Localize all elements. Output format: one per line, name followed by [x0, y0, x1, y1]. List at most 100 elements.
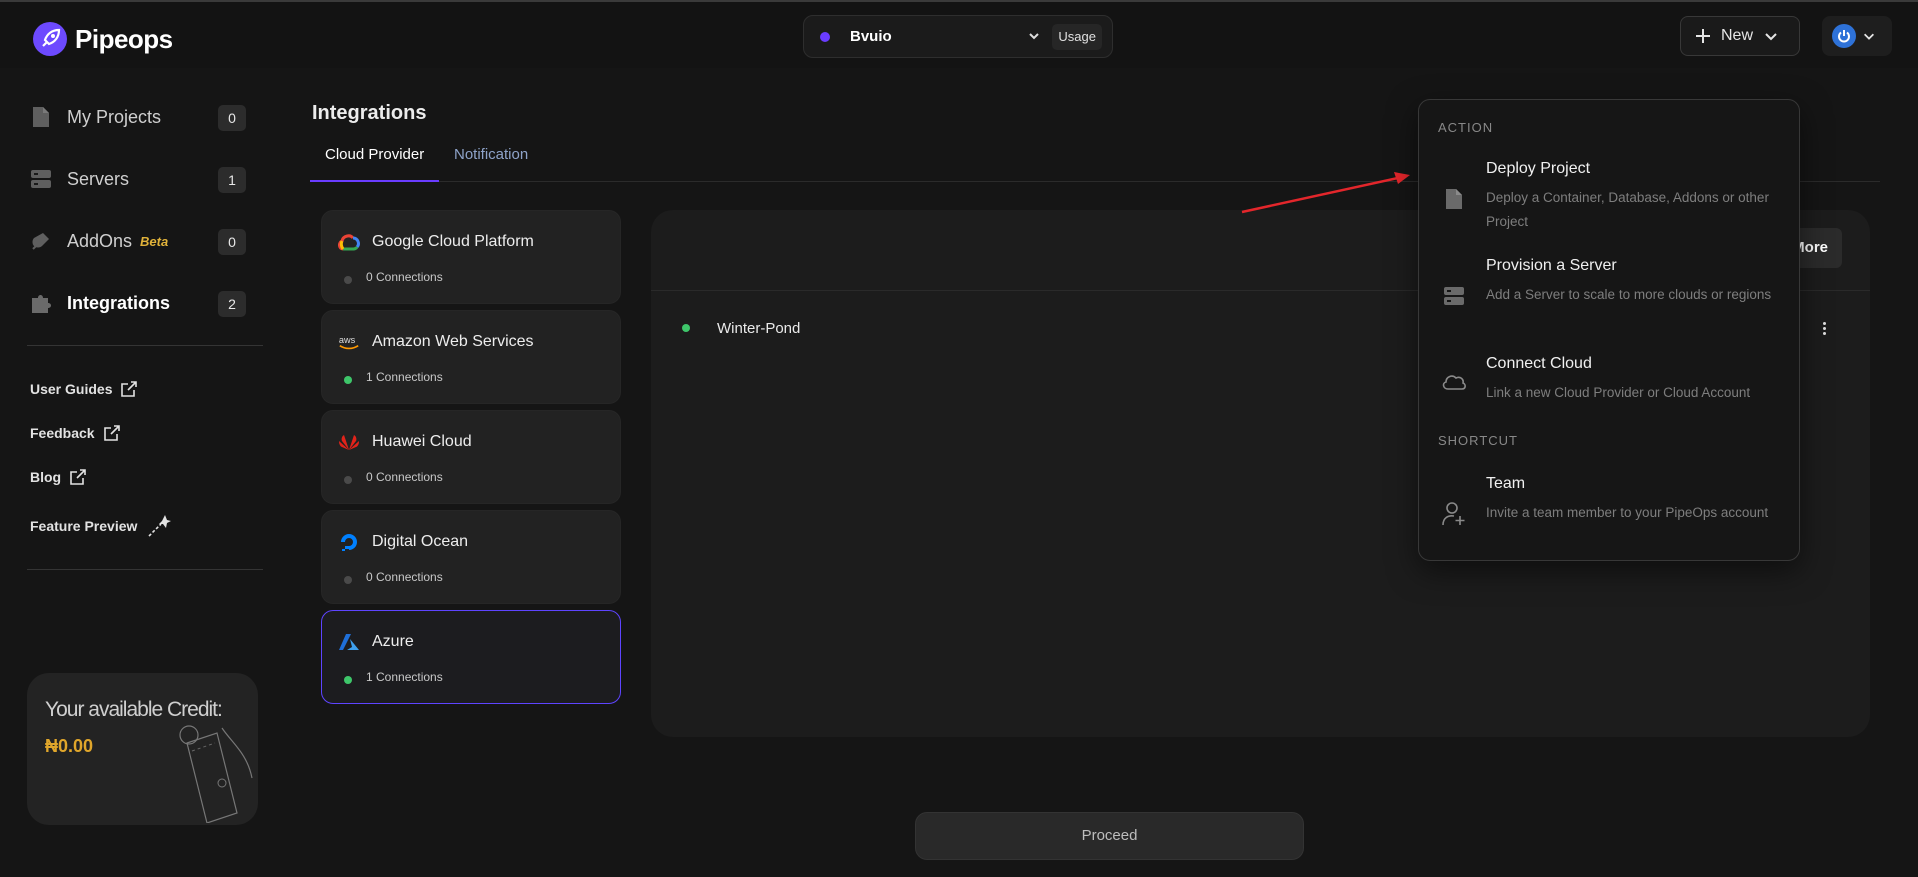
blog-label: Blog: [30, 469, 62, 485]
provider-card-aws[interactable]: aws Amazon Web Services 1 Connections: [321, 310, 621, 404]
menu-item-deploy-project[interactable]: Deploy Project Deploy a Container, Datab…: [1419, 160, 1799, 240]
feedback-link[interactable]: Feedback: [30, 425, 120, 441]
menu-item-title: Deploy Project: [1486, 160, 1591, 177]
sidebar-item-integrations[interactable]: Integrations 2: [30, 288, 246, 318]
sidebar-item-label: Servers: [67, 168, 130, 189]
plug-icon: [30, 230, 52, 252]
beta-badge: Beta: [140, 233, 169, 249]
app-name: Pipeops: [75, 23, 173, 54]
user-plus-icon: [1441, 501, 1467, 527]
plus-icon: [1696, 29, 1710, 43]
connection-name: Winter-Pond: [717, 320, 801, 337]
workspace-selector[interactable]: Bvuio Usage: [803, 15, 1113, 58]
rocket-icon: [33, 22, 67, 56]
user-guides-label: User Guides: [30, 381, 113, 397]
server-icon: [1441, 283, 1467, 309]
external-link-icon: [121, 381, 138, 397]
status-dot: [682, 324, 690, 332]
logo[interactable]: Pipeops: [33, 22, 173, 56]
more-options-icon[interactable]: [1823, 322, 1826, 335]
count-badge: 1: [218, 167, 246, 193]
credit-title: Your available Credit:: [45, 698, 223, 721]
sidebar-item-label: My Projects: [67, 106, 162, 127]
menu-item-title: Provision a Server: [1486, 257, 1617, 274]
menu-item-title: Team: [1486, 475, 1526, 492]
phone-illustration-icon: [179, 725, 253, 823]
feature-preview-link[interactable]: Feature Preview: [30, 513, 172, 539]
sidebar-divider: [27, 345, 263, 346]
new-button[interactable]: New: [1680, 16, 1800, 56]
power-icon: [1832, 24, 1856, 48]
connection-count: 0 Connections: [366, 270, 443, 284]
count-badge: 0: [218, 229, 246, 255]
workspace-dot-icon: [820, 31, 830, 42]
provider-name: Digital Ocean: [372, 533, 469, 550]
external-link-icon: [103, 425, 120, 441]
provider-card-huawei[interactable]: Huawei Cloud 0 Connections: [321, 410, 621, 504]
puzzle-icon: [30, 292, 52, 314]
top-bar: Pipeops Bvuio Usage New: [0, 0, 1918, 68]
connection-count: 0 Connections: [366, 570, 443, 584]
provider-name: Google Cloud Platform: [372, 233, 534, 250]
sidebar-item-label: Integrations: [67, 292, 171, 313]
status-dot: [344, 676, 352, 684]
credit-card: Your available Credit: ₦0.00: [27, 673, 258, 825]
menu-item-title: Connect Cloud: [1486, 355, 1592, 372]
sidebar: My Projects 0 Servers 1 AddOns Beta 0 In…: [0, 68, 270, 877]
blog-link[interactable]: Blog: [30, 469, 86, 485]
menu-item-description: Deploy a Container, Database, Addons or …: [1486, 190, 1769, 229]
provider-name: Amazon Web Services: [372, 333, 534, 350]
new-dropdown-menu: ACTION Deploy Project Deploy a Container…: [1418, 99, 1800, 561]
annotation-arrow-icon: [1241, 172, 1410, 214]
chevron-down-icon: [1864, 33, 1874, 40]
sidebar-item-my-projects[interactable]: My Projects 0: [30, 102, 246, 132]
count-badge: 0: [218, 105, 246, 131]
provider-name: Azure: [372, 633, 414, 650]
provider-card-azure[interactable]: Azure 1 Connections: [321, 610, 621, 704]
sidebar-item-addons[interactable]: AddOns Beta 0: [30, 226, 246, 256]
svg-text:aws: aws: [339, 335, 356, 345]
google-cloud-icon: [338, 231, 360, 253]
connection-count: 0 Connections: [366, 470, 443, 484]
feedback-label: Feedback: [30, 425, 95, 441]
usage-button[interactable]: Usage: [1052, 24, 1102, 50]
file-icon: [30, 106, 52, 128]
connection-count: 1 Connections: [366, 670, 443, 684]
connection-count: 1 Connections: [366, 370, 443, 384]
workspace-name: Bvuio: [850, 28, 892, 45]
provider-card-digital-ocean[interactable]: Digital Ocean 0 Connections: [321, 510, 621, 604]
credit-amount: ₦0.00: [45, 736, 94, 756]
count-badge: 2: [218, 291, 246, 317]
status-dot: [344, 476, 352, 484]
sidebar-item-label: AddOns: [67, 230, 133, 251]
menu-item-description: Add a Server to scale to more clouds or …: [1486, 287, 1772, 302]
cloud-icon: [1441, 369, 1467, 395]
page-title: Integrations: [312, 102, 427, 124]
account-menu-button[interactable]: [1822, 16, 1892, 56]
action-section-label: ACTION: [1438, 120, 1494, 135]
menu-item-team[interactable]: Team Invite a team member to your PipeOp…: [1419, 475, 1799, 555]
menu-item-connect-cloud[interactable]: Connect Cloud Link a new Cloud Provider …: [1419, 355, 1799, 415]
tab-cloud-provider[interactable]: Cloud Provider: [310, 140, 440, 182]
aws-icon: aws: [338, 331, 360, 353]
status-dot: [344, 376, 352, 384]
tab-notification[interactable]: Notification: [439, 140, 543, 182]
sidebar-divider: [27, 569, 263, 570]
menu-item-provision-server[interactable]: Provision a Server Add a Server to scale…: [1419, 257, 1799, 337]
sidebar-item-servers[interactable]: Servers 1: [30, 164, 246, 194]
external-link-icon: [70, 469, 86, 485]
status-dot: [344, 276, 352, 284]
new-button-label: New: [1721, 27, 1754, 44]
menu-item-description: Link a new Cloud Provider or Cloud Accou…: [1486, 385, 1751, 400]
proceed-button[interactable]: Proceed: [915, 812, 1304, 860]
magic-wand-icon: [148, 515, 172, 537]
azure-icon: [338, 631, 360, 653]
server-icon: [30, 168, 52, 190]
chevron-down-icon[interactable]: [1026, 28, 1042, 49]
menu-item-description: Invite a team member to your PipeOps acc…: [1486, 505, 1769, 520]
feature-preview-label: Feature Preview: [30, 518, 138, 534]
digital-ocean-icon: [338, 531, 360, 553]
user-guides-link[interactable]: User Guides: [30, 381, 138, 397]
provider-card-gcp[interactable]: Google Cloud Platform 0 Connections: [321, 210, 621, 304]
provider-name: Huawei Cloud: [372, 433, 472, 450]
